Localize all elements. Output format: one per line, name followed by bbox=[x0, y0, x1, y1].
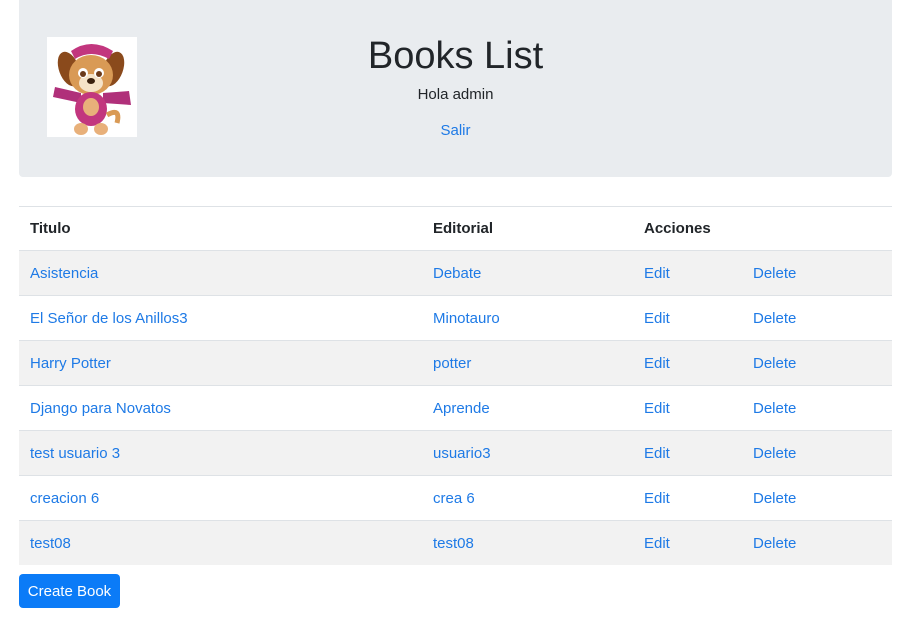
edit-link[interactable]: Edit bbox=[644, 355, 670, 372]
table-row: Django para Novatos Aprende Edit Delete bbox=[19, 385, 892, 431]
edit-link[interactable]: Edit bbox=[644, 265, 670, 282]
delete-link[interactable]: Delete bbox=[753, 400, 796, 417]
edit-link[interactable]: Edit bbox=[644, 400, 670, 417]
delete-link[interactable]: Delete bbox=[753, 355, 796, 372]
book-title-link[interactable]: test usuario 3 bbox=[30, 445, 120, 462]
edit-link[interactable]: Edit bbox=[644, 310, 670, 327]
books-table: Titulo Editorial Acciones Asistencia Deb… bbox=[19, 206, 892, 565]
book-title-link[interactable]: Asistencia bbox=[30, 265, 98, 282]
book-title-link[interactable]: creacion 6 bbox=[30, 490, 99, 507]
delete-link[interactable]: Delete bbox=[753, 535, 796, 552]
table-row: Asistencia Debate Edit Delete bbox=[19, 250, 892, 296]
edit-link[interactable]: Edit bbox=[644, 535, 670, 552]
table-row: El Señor de los Anillos3 Minotauro Edit … bbox=[19, 295, 892, 341]
book-title-link[interactable]: El Señor de los Anillos3 bbox=[30, 310, 188, 327]
delete-link[interactable]: Delete bbox=[753, 265, 796, 282]
page-title: Books List bbox=[367, 35, 544, 77]
table-row: creacion 6 crea 6 Edit Delete bbox=[19, 475, 892, 521]
table-row: test usuario 3 usuario3 Edit Delete bbox=[19, 430, 892, 476]
book-editorial-link[interactable]: potter bbox=[433, 355, 471, 372]
table-row: test08 test08 Edit Delete bbox=[19, 520, 892, 565]
book-editorial-link[interactable]: test08 bbox=[433, 535, 474, 552]
book-editorial-link[interactable]: usuario3 bbox=[433, 445, 491, 462]
table-row: Harry Potter potter Edit Delete bbox=[19, 340, 892, 386]
greeting-text: Hola admin bbox=[417, 86, 494, 103]
delete-link[interactable]: Delete bbox=[753, 310, 796, 327]
edit-link[interactable]: Edit bbox=[644, 445, 670, 462]
column-header-titulo: Titulo bbox=[19, 206, 422, 251]
delete-link[interactable]: Delete bbox=[753, 490, 796, 507]
column-header-editorial: Editorial bbox=[422, 206, 633, 251]
book-title-link[interactable]: test08 bbox=[30, 535, 71, 552]
book-title-link[interactable]: Django para Novatos bbox=[30, 400, 171, 417]
edit-link[interactable]: Edit bbox=[644, 490, 670, 507]
column-header-acciones: Acciones bbox=[633, 206, 742, 251]
book-editorial-link[interactable]: crea 6 bbox=[433, 490, 475, 507]
book-editorial-link[interactable]: Minotauro bbox=[433, 310, 500, 327]
book-editorial-link[interactable]: Aprende bbox=[433, 400, 490, 417]
header-banner: Books List Hola admin Salir bbox=[19, 0, 892, 177]
delete-link[interactable]: Delete bbox=[753, 445, 796, 462]
book-title-link[interactable]: Harry Potter bbox=[30, 355, 111, 372]
create-book-button[interactable]: Create Book bbox=[19, 574, 120, 608]
column-header-empty bbox=[742, 206, 892, 251]
logout-link[interactable]: Salir bbox=[440, 122, 470, 139]
table-header-row: Titulo Editorial Acciones bbox=[19, 206, 892, 251]
book-editorial-link[interactable]: Debate bbox=[433, 265, 481, 282]
